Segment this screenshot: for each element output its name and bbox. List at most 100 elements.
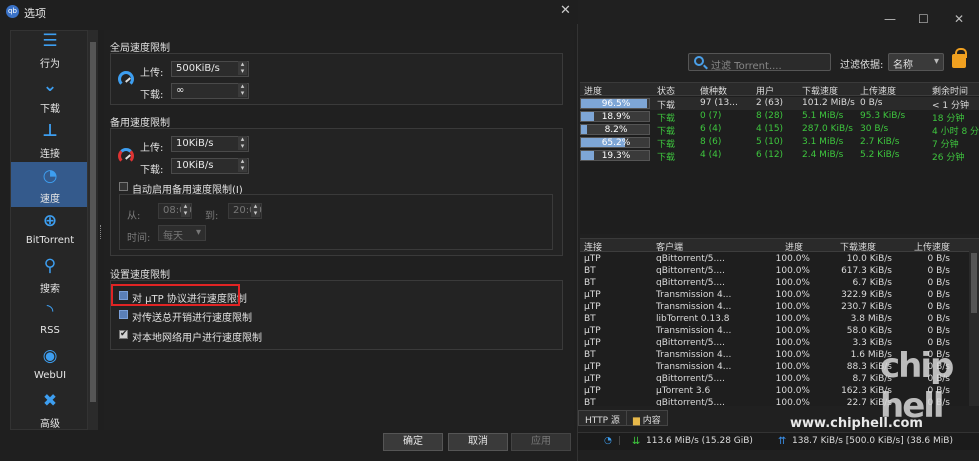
splitter-handle[interactable] bbox=[100, 225, 102, 239]
sidebar-item-0[interactable]: ☰ 行为 bbox=[11, 31, 87, 72]
overhead-limit-label[interactable]: 对传送总开销进行速度限制 bbox=[132, 309, 252, 324]
peer-cell: Transmission 4... bbox=[656, 350, 732, 360]
peer-cell: µTP bbox=[584, 374, 601, 384]
torrent-row[interactable]: 8.2% 下载 6 (4) 4 (15) 287.0 KiB/s 30 B/s 4 小时 8… bbox=[580, 123, 979, 137]
peers-scrollbar[interactable] bbox=[969, 239, 979, 406]
days-select[interactable]: 每天 bbox=[158, 225, 206, 242]
peer-cell: µTorrent 3.6 bbox=[656, 386, 711, 396]
peer-cell: 100.0% bbox=[775, 266, 810, 276]
status-download[interactable]: 113.6 MiB/s (15.28 GiB) bbox=[646, 436, 753, 446]
sidebar-item-2[interactable]: ⊥ 连接 bbox=[11, 117, 87, 162]
lock-icon[interactable] bbox=[952, 48, 967, 68]
lan-limit-label[interactable]: 对本地网络用户进行速度限制 bbox=[132, 329, 262, 344]
alt-upload-spinbox[interactable]: 10KiB/s bbox=[171, 136, 249, 152]
torrent-cell-ul: 30 B/s bbox=[860, 124, 889, 134]
main-window: — ☐ ✕ 过滤 Torrent.... 过滤依据: 名称 进度 状态 做种数 … bbox=[578, 0, 979, 461]
wrench-icon: ✖ bbox=[42, 391, 58, 411]
torrent-cell-seeds: 4 (4) bbox=[700, 150, 722, 160]
global-limit-title: 全局速度限制 bbox=[110, 43, 170, 54]
peer-cell: 0 B/s bbox=[927, 314, 950, 324]
ok-button[interactable]: 确定 bbox=[383, 433, 443, 451]
col-dl-speed[interactable]: 下载速度 bbox=[802, 84, 838, 97]
tab-content[interactable]: ▆ 内容 bbox=[626, 410, 668, 426]
peer-cell: 100.0% bbox=[775, 338, 810, 348]
col-connection[interactable]: 连接 bbox=[584, 240, 602, 253]
global-upload-spinbox[interactable]: 500KiB/s bbox=[171, 61, 249, 77]
sidebar-item-4[interactable]: ⊕ BitTorrent bbox=[11, 207, 87, 252]
overhead-limit-checkbox[interactable] bbox=[119, 310, 128, 319]
col-peer-dl[interactable]: 下载速度 bbox=[840, 240, 876, 253]
peer-cell: Transmission 4... bbox=[656, 290, 732, 300]
webui-icon: ◉ bbox=[42, 346, 58, 366]
torrent-row[interactable]: 96.5% 下载 97 (13... 2 (63) 101.2 MiB/s 0 B/s < … bbox=[580, 97, 979, 111]
minimize-icon[interactable]: — bbox=[884, 12, 896, 26]
peers-scroll-thumb[interactable] bbox=[971, 253, 977, 313]
maximize-icon[interactable]: ☐ bbox=[918, 12, 929, 26]
sidebar-item-8[interactable]: ✖ 高级 bbox=[11, 387, 87, 430]
col-progress[interactable]: 进度 bbox=[584, 84, 602, 97]
peer-cell: 10.0 KiB/s bbox=[846, 254, 892, 264]
dialog-close-icon[interactable]: ✕ bbox=[560, 3, 571, 18]
sidebar-scrollbar[interactable] bbox=[88, 30, 98, 430]
alt-speed-gauge-icon bbox=[118, 148, 134, 164]
filter-input[interactable]: 过滤 Torrent.... bbox=[688, 53, 831, 72]
peer-cell: Transmission 4... bbox=[656, 326, 732, 336]
col-status[interactable]: 状态 bbox=[657, 84, 675, 97]
sidebar-item-7[interactable]: ◉ WebUI bbox=[11, 342, 87, 387]
lan-limit-checkbox[interactable] bbox=[119, 329, 128, 339]
close-icon[interactable]: ✕ bbox=[954, 12, 964, 26]
dialog-titlebar: qb 选项 ✕ bbox=[0, 0, 578, 24]
peer-cell: µTP bbox=[584, 338, 601, 348]
peer-cell: BT bbox=[584, 278, 596, 288]
peer-cell: 0 B/s bbox=[927, 290, 950, 300]
torrent-table[interactable]: 进度 状态 做种数 用户 下载速度 上传速度 剩余时间 96.5% 下载 97 (1… bbox=[580, 82, 979, 234]
filter-by-select[interactable]: 名称 bbox=[888, 53, 944, 71]
peer-cell: µTP bbox=[584, 302, 601, 312]
col-client[interactable]: 客户端 bbox=[656, 240, 683, 253]
peer-cell: 100.0% bbox=[775, 374, 810, 384]
progress-text: 8.2% bbox=[604, 125, 628, 135]
torrent-cell-ul: 2.7 KiB/s bbox=[860, 137, 900, 147]
sidebar-item-3[interactable]: ◔ 速度 bbox=[11, 162, 87, 207]
alt-download-spinbox[interactable]: 10KiB/s bbox=[171, 158, 249, 174]
sidebar-scroll-thumb[interactable] bbox=[90, 42, 96, 402]
torrent-row[interactable]: 65.2% 下载 8 (6) 5 (10) 3.1 MiB/s 2.7 KiB/s 7 分钟 bbox=[580, 136, 979, 150]
peer-cell: libTorrent 0.13.8 bbox=[656, 314, 730, 324]
sidebar-item-label: 高级 bbox=[40, 419, 60, 430]
sidebar-item-6[interactable]: ◝ RSS bbox=[11, 297, 87, 342]
torrent-cell-ul: 5.2 KiB/s bbox=[860, 150, 900, 160]
torrent-cell-seeds: 8 (6) bbox=[700, 137, 722, 147]
col-peer-ul[interactable]: 上传速度 bbox=[914, 240, 950, 253]
progress-text: 18.9% bbox=[601, 112, 631, 122]
peer-cell: qBittorrent/5.... bbox=[656, 278, 725, 288]
from-time-input[interactable]: 08:00 bbox=[158, 203, 192, 219]
sidebar-item-1[interactable]: ⌄ 下载 bbox=[11, 72, 87, 117]
options-sidebar: ☰ 行为 ⌄ 下载 ⊥ 连接 ◔ 速度 ⊕ BitTorrent ⚲ 搜索 ◝ RSS ◉ WebUI ✖ 高级 bbox=[10, 30, 88, 430]
peer-cell: qBittorrent/5.... bbox=[656, 374, 725, 384]
global-download-spinbox[interactable]: ∞ bbox=[171, 83, 249, 99]
col-seeds[interactable]: 做种数 bbox=[700, 84, 727, 97]
peer-cell: 0 B/s bbox=[927, 254, 950, 264]
schedule-checkbox[interactable] bbox=[119, 182, 128, 191]
col-peer-progress[interactable]: 进度 bbox=[785, 240, 803, 253]
peer-cell: 100.0% bbox=[775, 386, 810, 396]
torrent-cell-ul: 0 B/s bbox=[860, 98, 883, 108]
torrent-row[interactable]: 18.9% 下载 0 (7) 8 (28) 5.1 MiB/s 95.3 KiB/s 18 … bbox=[580, 110, 979, 124]
peer-cell: qBittorrent/5.... bbox=[656, 338, 725, 348]
peer-cell: µTP bbox=[584, 326, 601, 336]
peer-cell: 617.3 KiB/s bbox=[841, 266, 892, 276]
col-peers[interactable]: 用户 bbox=[756, 84, 774, 97]
col-eta[interactable]: 剩余时间 bbox=[932, 84, 968, 97]
sidebar-item-5[interactable]: ⚲ 搜索 bbox=[11, 252, 87, 297]
col-ul-speed[interactable]: 上传速度 bbox=[860, 84, 896, 97]
tab-http-sources[interactable]: HTTP 源 bbox=[578, 410, 627, 426]
to-time-input[interactable]: 20:00 bbox=[228, 203, 262, 219]
days-label: 时间: bbox=[127, 233, 151, 244]
peer-cell: Transmission 4... bbox=[656, 362, 732, 372]
status-divider: | bbox=[618, 436, 622, 446]
torrent-row[interactable]: 19.3% 下载 4 (4) 6 (12) 2.4 MiB/s 5.2 KiB/s 26 分… bbox=[580, 149, 979, 163]
apply-button[interactable]: 应用 bbox=[511, 433, 571, 451]
cancel-button[interactable]: 取消 bbox=[448, 433, 508, 451]
peer-cell: qBittorrent/5.... bbox=[656, 266, 725, 276]
dialog-title: 选项 bbox=[24, 7, 46, 20]
